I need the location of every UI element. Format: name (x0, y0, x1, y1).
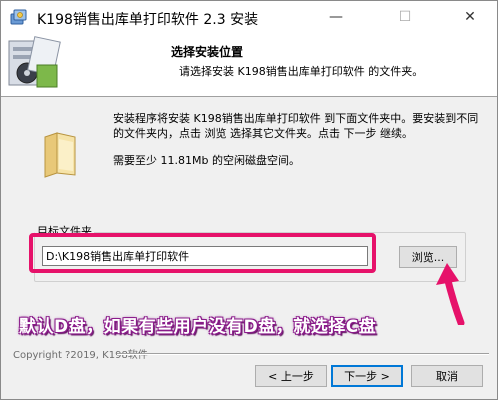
title-bar: K198销售出库单打印软件 2.3 安装 — ☐ ✕ (1, 1, 497, 33)
next-button[interactable]: 下一步 > (331, 365, 403, 387)
close-button[interactable]: ✕ (447, 1, 493, 33)
header-title: 选择安装位置 (171, 45, 244, 59)
installer-app-icon (10, 9, 27, 25)
header-panel: 选择安装位置 请选择安装 K198销售出库单打印软件 的文件夹。 (1, 33, 497, 97)
space-required: 需要至少 11.81Mb 的空闲磁盘空间。 (113, 154, 300, 167)
folder-icon (44, 132, 76, 178)
annotation-arrow-icon (436, 263, 465, 325)
annotation-highlight-box (29, 233, 376, 273)
minimize-icon: — (329, 9, 343, 25)
installer-box-icon (8, 36, 61, 88)
minimize-button[interactable]: — (313, 1, 359, 33)
maximize-icon: ☐ (398, 9, 412, 25)
install-description: 安装程序将安装 K198销售出库单打印软件 到下面文件夹中。要安装到不同的文件夹… (113, 112, 479, 140)
cancel-button[interactable]: 取消 (411, 365, 483, 387)
header-subtitle: 请选择安装 K198销售出库单打印软件 的文件夹。 (179, 65, 424, 78)
maximize-button[interactable]: ☐ (382, 1, 428, 33)
footer-separator (117, 353, 489, 355)
close-icon: ✕ (464, 9, 476, 25)
installer-window: K198销售出库单打印软件 2.3 安装 — ☐ ✕ 选择安装位置 请选择安装 … (0, 0, 498, 400)
window-title: K198销售出库单打印软件 2.3 安装 (37, 12, 259, 28)
back-button[interactable]: < 上一步 (255, 365, 327, 387)
annotation-text: 默认D盘，如果有些用户没有D盘，就选择C盘 (19, 317, 377, 337)
